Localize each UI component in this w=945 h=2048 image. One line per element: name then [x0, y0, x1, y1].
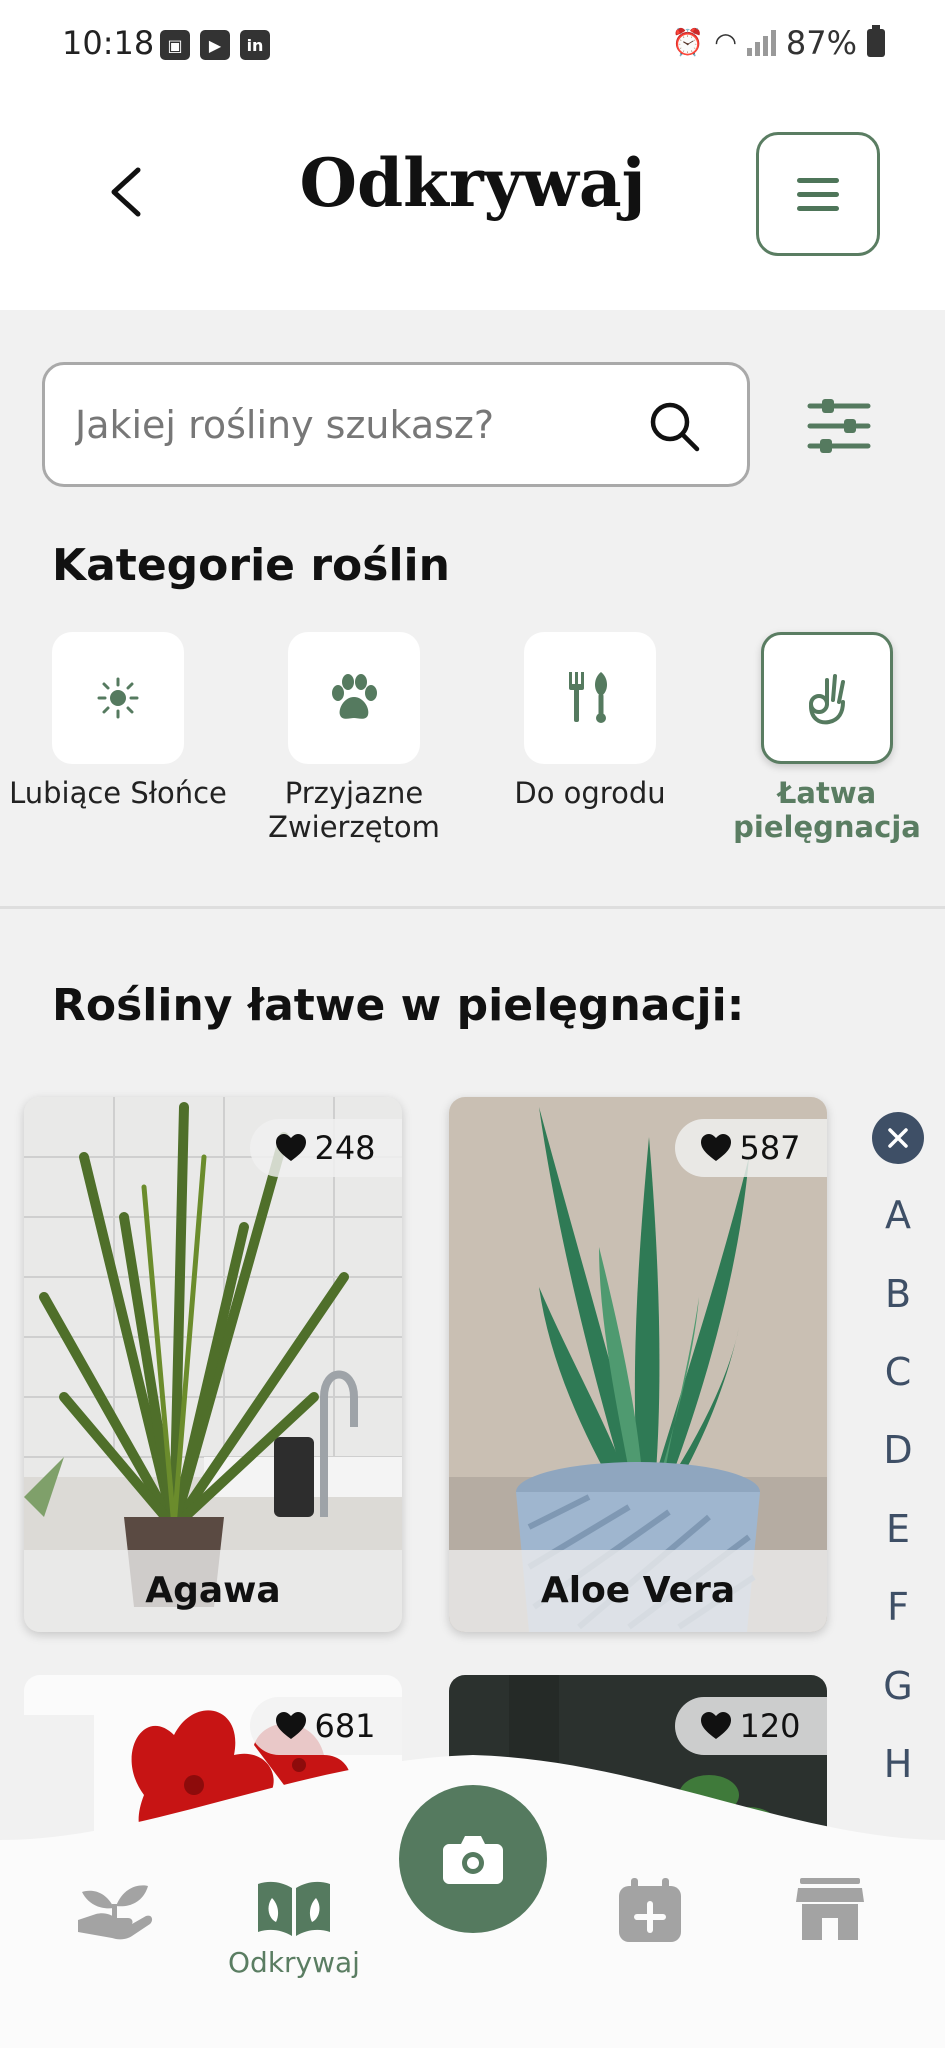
plant-card-agawa[interactable]: 248 Agawa	[24, 1097, 402, 1632]
alphabet-letter-e[interactable]: E	[862, 1507, 934, 1551]
calendar-plus-icon	[619, 1878, 681, 1942]
nav-discover[interactable]: Odkrywaj	[224, 1878, 364, 1979]
search-box	[42, 362, 750, 487]
camera-icon	[443, 1836, 503, 1884]
category-sun[interactable]: Lubiące Słońce	[3, 632, 233, 810]
category-garden[interactable]: Do ogrodu	[475, 632, 705, 810]
alphabet-close-button[interactable]	[872, 1112, 924, 1164]
camera-button[interactable]	[399, 1785, 547, 1933]
alphabet-letter-g[interactable]: G	[862, 1664, 934, 1708]
close-icon	[888, 1128, 908, 1148]
nav-calendar[interactable]	[580, 1878, 720, 1948]
alphabet-letter-d[interactable]: D	[862, 1428, 934, 1472]
open-book-icon	[258, 1881, 330, 1936]
category-easy-care[interactable]: Łatwa pielęgnacja	[712, 632, 942, 844]
status-time: 10:18	[62, 24, 155, 62]
alphabet-letter-b[interactable]: B	[862, 1272, 934, 1316]
alphabet-letter-f[interactable]: F	[862, 1585, 934, 1629]
heart-icon	[276, 1134, 307, 1161]
heart-icon	[276, 1712, 307, 1739]
filter-icon[interactable]	[806, 396, 872, 456]
plant-hand-icon	[78, 1885, 153, 1940]
like-badge[interactable]: 248	[250, 1119, 402, 1177]
category-label: Do ogrodu	[514, 776, 666, 810]
garden-tools-icon	[569, 672, 607, 723]
heart-icon	[701, 1712, 732, 1739]
signal-icon	[746, 30, 776, 56]
ok-hand-icon	[809, 674, 845, 725]
alarm-icon: ⏰	[671, 28, 705, 58]
linkedin-icon: in	[240, 30, 270, 60]
gallery-icon: ▣	[160, 30, 190, 60]
menu-button[interactable]	[756, 132, 880, 256]
search-input[interactable]	[75, 365, 635, 484]
store-icon	[796, 1878, 864, 1940]
battery-icon	[867, 25, 885, 57]
youtube-icon: ▶	[200, 30, 230, 60]
categories-title: Kategorie roślin	[52, 540, 450, 591]
plants-title: Rośliny łatwe w pielęgnacji:	[52, 980, 745, 1031]
like-count: 587	[739, 1129, 801, 1167]
heart-icon	[701, 1134, 732, 1161]
plant-name: Aloe Vera	[449, 1550, 827, 1632]
like-badge[interactable]: 587	[675, 1119, 827, 1177]
plant-card-aloe-vera[interactable]: 587 Aloe Vera	[449, 1097, 827, 1632]
header: Odkrywaj	[0, 92, 945, 310]
alphabet-letter-a[interactable]: A	[862, 1193, 934, 1237]
nav-label: Odkrywaj	[228, 1946, 360, 1979]
search-icon[interactable]	[647, 399, 701, 453]
wifi-icon: ◠	[714, 28, 737, 58]
plant-name: Agawa	[24, 1550, 402, 1632]
status-bar: 10:18 ▣ ▶ in ⏰ ◠ 87%	[0, 0, 945, 92]
alphabet-letter-c[interactable]: C	[862, 1350, 934, 1394]
hamburger-icon	[797, 177, 839, 183]
nav-my-plants[interactable]	[44, 1878, 184, 1946]
sun-icon	[97, 677, 139, 719]
category-label: Przyjazne Zwierzętom	[268, 776, 440, 844]
battery-percent: 87%	[785, 24, 857, 62]
divider	[0, 906, 945, 909]
paw-icon	[332, 674, 377, 719]
category-label: Lubiące Słońce	[9, 776, 227, 810]
like-count: 248	[314, 1129, 376, 1167]
nav-store[interactable]	[760, 1878, 900, 1944]
category-pet-friendly[interactable]: Przyjazne Zwierzętom	[239, 632, 469, 844]
category-label: Łatwa pielęgnacja	[733, 776, 921, 844]
